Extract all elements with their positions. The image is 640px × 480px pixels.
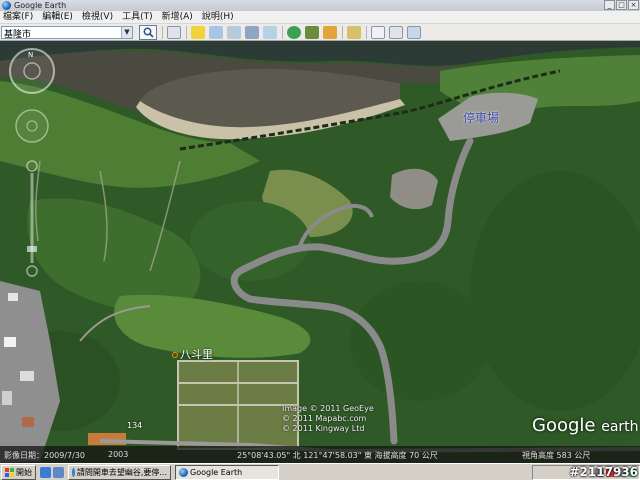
toolbar-separator bbox=[162, 25, 163, 39]
satellite-map-view[interactable]: 停車場 八斗里 134 Image © 2011 GeoEye © 2011 M… bbox=[0, 41, 640, 463]
taskbar-item-label: Google Earth bbox=[190, 467, 243, 477]
quick-launch bbox=[40, 466, 64, 478]
logo-word-earth: earth bbox=[601, 419, 639, 435]
imagery-credits: Image © 2011 GeoEye © 2011 Mapabc.com © … bbox=[282, 404, 374, 434]
historical-year[interactable]: 2003 bbox=[108, 450, 128, 459]
sidebar-toggle-icon[interactable] bbox=[167, 25, 181, 39]
image-overlay-icon[interactable] bbox=[245, 25, 259, 39]
menu-view[interactable]: 檢視(V) bbox=[82, 11, 113, 23]
toolbar-separator bbox=[342, 25, 343, 39]
menu-edit[interactable]: 編輯(E) bbox=[42, 11, 73, 23]
ie-icon[interactable] bbox=[40, 466, 51, 478]
title-bar: Google Earth _ □ × bbox=[0, 0, 640, 11]
menu-file[interactable]: 檔案(F) bbox=[3, 11, 33, 23]
browser-icon bbox=[72, 467, 75, 477]
place-marker-icon[interactable] bbox=[172, 352, 178, 358]
navigation-controls[interactable]: N bbox=[0, 41, 60, 341]
satellite-imagery[interactable] bbox=[0, 41, 640, 463]
email-icon[interactable] bbox=[371, 25, 385, 39]
google-earth-window: Google Earth _ □ × 檔案(F) 編輯(E) 檢視(V) 工具(… bbox=[0, 0, 640, 480]
taskbar-item-browser[interactable]: 請問開車去望幽谷,要停... bbox=[68, 464, 171, 480]
polygon-icon[interactable] bbox=[209, 25, 223, 39]
chevron-down-icon[interactable]: ▼ bbox=[121, 26, 132, 38]
google-earth-logo: Google earth bbox=[532, 415, 639, 436]
path-icon[interactable] bbox=[227, 25, 241, 39]
search-combobox[interactable]: ▼ bbox=[1, 25, 133, 39]
road-number-label: 134 bbox=[127, 421, 143, 430]
search-button[interactable] bbox=[139, 24, 157, 40]
window-title: Google Earth bbox=[14, 1, 67, 10]
ruler-icon[interactable] bbox=[347, 25, 361, 39]
google-earth-icon bbox=[179, 467, 188, 477]
start-button[interactable]: 開始 bbox=[1, 464, 36, 480]
print-icon[interactable] bbox=[389, 25, 403, 39]
imagery-date: 影像日期：2009/7/30 bbox=[4, 451, 86, 460]
menu-bar: 檔案(F) 編輯(E) 檢視(V) 工具(T) 新增(A) 說明(H) bbox=[0, 11, 640, 24]
zoom-slider-handle bbox=[27, 246, 37, 252]
google-earth-icon bbox=[2, 1, 11, 10]
place-label-badouli[interactable]: 八斗里 bbox=[172, 346, 213, 362]
parking-lot-label[interactable]: 停車場 bbox=[463, 109, 499, 126]
logo-word-google: Google bbox=[532, 415, 596, 436]
historical-imagery-icon[interactable] bbox=[287, 25, 301, 39]
compass-north-label: N bbox=[28, 51, 33, 59]
show-desktop-icon[interactable] bbox=[53, 466, 64, 478]
menu-help[interactable]: 說明(H) bbox=[202, 11, 234, 23]
record-tour-icon[interactable] bbox=[263, 25, 277, 39]
place-name: 八斗里 bbox=[180, 348, 213, 361]
sunlight-icon[interactable] bbox=[305, 25, 319, 39]
menu-add[interactable]: 新增(A) bbox=[162, 11, 193, 23]
status-bar: 影像日期：2009/7/30 2003 25°08'43.05" 北 121°4… bbox=[0, 446, 640, 463]
toolbar-separator bbox=[186, 25, 187, 39]
menu-tools[interactable]: 工具(T) bbox=[122, 11, 153, 23]
windows-taskbar: 開始 請問開車去望幽谷,要停... Google Earth bbox=[0, 463, 640, 480]
windows-logo-icon bbox=[5, 467, 14, 477]
image-watermark: #2117936 bbox=[569, 465, 638, 479]
search-icon bbox=[143, 27, 154, 38]
toolbar-separator bbox=[282, 25, 283, 39]
taskbar-item-label: 請問開車去望幽谷,要停... bbox=[76, 467, 167, 477]
close-button[interactable]: × bbox=[628, 0, 639, 10]
move-joystick bbox=[15, 109, 49, 143]
view-in-maps-icon[interactable] bbox=[407, 25, 421, 39]
eye-altitude: 視角高度 583 公尺 bbox=[522, 451, 591, 460]
maximize-button[interactable]: □ bbox=[616, 0, 627, 10]
credit-line: Image © 2011 GeoEye bbox=[282, 404, 374, 413]
taskbar-item-google-earth[interactable]: Google Earth bbox=[175, 464, 279, 480]
coordinates-readout: 25°08'43.05" 北 121°47'58.03" 東 海拔高度 70 公… bbox=[237, 451, 438, 460]
start-label: 開始 bbox=[16, 467, 32, 477]
search-input[interactable] bbox=[2, 27, 120, 39]
zoom-in-button bbox=[26, 160, 38, 172]
credit-line: © 2011 Kingway Ltd bbox=[282, 424, 365, 433]
placemark-icon[interactable] bbox=[191, 25, 205, 39]
toolbar: ▼ bbox=[0, 24, 640, 41]
switch-to-sky-icon[interactable] bbox=[323, 25, 337, 39]
toolbar-separator bbox=[366, 25, 367, 39]
zoom-out-button bbox=[26, 265, 38, 277]
credit-line: © 2011 Mapabc.com bbox=[282, 414, 367, 423]
minimize-button[interactable]: _ bbox=[604, 0, 615, 10]
